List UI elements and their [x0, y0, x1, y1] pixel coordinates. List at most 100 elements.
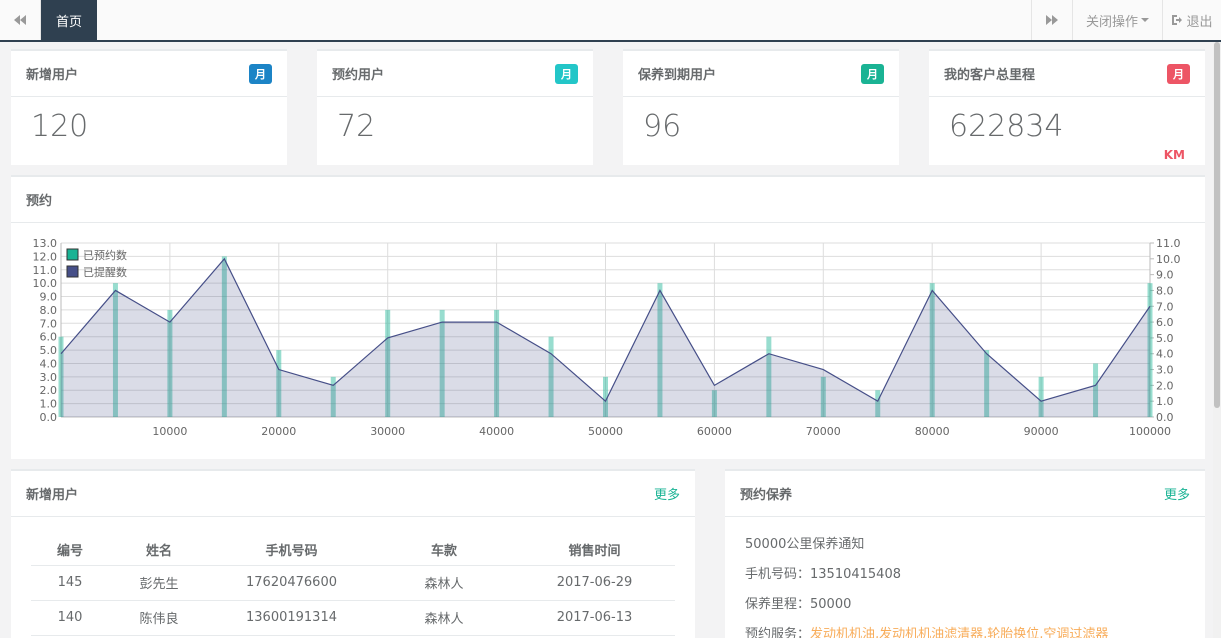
stat-card-new-users: 新增用户 月 120 — [11, 49, 287, 165]
new-users-panel: 新增用户 更多 编号 姓名 手机号码 车款 销售时间 145 彭先生 17620… — [11, 469, 695, 638]
card-title: 预约用户 — [332, 68, 385, 83]
more-link[interactable]: 更多 — [1164, 484, 1190, 503]
double-chevron-right-icon — [1046, 15, 1058, 25]
caret-down-icon — [1141, 18, 1149, 22]
card-header: 保养到期用户 月 — [623, 51, 899, 97]
stat-card-booked-users: 预约用户 月 72 — [317, 49, 593, 165]
legend-swatch — [66, 248, 79, 261]
y-left-tick-label: 6.0 — [40, 331, 58, 344]
cell-phone: 17620476600 — [209, 565, 374, 601]
tab-home[interactable]: 首页 — [41, 0, 97, 40]
x-tick-label: 80000 — [915, 425, 950, 438]
column-header: 编号 — [31, 535, 109, 566]
y-left-tick-label: 8.0 — [40, 304, 58, 317]
notice-mileage: 保养里程：50000 — [745, 597, 852, 612]
y-left-tick-label: 11.0 — [33, 264, 58, 277]
period-badge: 月 — [1167, 63, 1190, 84]
period-badge: 月 — [861, 63, 884, 84]
y-right-tick-label: 1.0 — [1156, 395, 1174, 408]
tab-bar: 首页 关闭操作 退出 — [0, 0, 1221, 42]
cell-phone: 13600191314 — [209, 600, 374, 636]
card-title: 新增用户 — [26, 68, 79, 83]
panel-title: 预约 — [26, 194, 53, 209]
close-ops-dropdown[interactable]: 关闭操作 — [1072, 0, 1162, 40]
y-right-tick-label: 4.0 — [1156, 348, 1174, 361]
y-right-tick-label: 5.0 — [1156, 332, 1174, 345]
y-left-tick-label: 13.0 — [33, 237, 58, 250]
y-right-tick-label: 11.0 — [1156, 237, 1181, 250]
column-header: 姓名 — [109, 535, 209, 566]
period-badge: 月 — [249, 63, 272, 84]
y-right-tick-label: 8.0 — [1156, 284, 1174, 297]
unit-label: KM — [1163, 148, 1185, 162]
x-tick-label: 60000 — [697, 425, 732, 438]
table-header-row: 编号 姓名 手机号码 车款 销售时间 — [31, 535, 675, 566]
x-tick-label: 100000 — [1129, 425, 1171, 438]
notice-phone: 手机号码：13510415408 — [745, 567, 901, 582]
card-title: 保养到期用户 — [638, 68, 717, 83]
panel-header: 预约 — [11, 177, 1205, 223]
y-left-tick-label: 10.0 — [33, 277, 58, 290]
y-left-tick-label: 1.0 — [40, 398, 58, 411]
period-badge: 月 — [555, 63, 578, 84]
cell-name: 陈伟良 — [109, 600, 209, 636]
y-right-tick-label: 6.0 — [1156, 316, 1174, 329]
card-title: 我的客户总里程 — [944, 68, 1036, 83]
y-left-tick-label: 5.0 — [40, 344, 58, 357]
table-row[interactable]: 145 彭先生 17620476600 森林人 2017-06-29 — [31, 565, 675, 601]
stat-value: 72 — [337, 109, 376, 144]
cell-model: 森林人 — [374, 600, 514, 636]
booking-chart: 0.01.02.03.04.05.06.07.08.09.010.011.012… — [33, 237, 1181, 438]
y-right-tick-label: 0.0 — [1156, 411, 1174, 424]
legend-label: 已预约数 — [83, 249, 127, 262]
panel-header: 预约保养 更多 — [725, 471, 1205, 517]
close-ops-label: 关闭操作 — [1085, 14, 1138, 30]
stat-value: 120 — [31, 109, 89, 144]
scrollbar-thumb[interactable] — [1214, 42, 1220, 408]
logout-label: 退出 — [1186, 14, 1213, 30]
scroll-left-button[interactable] — [0, 0, 41, 40]
notice-title: 50000公里保养通知 — [745, 537, 865, 552]
panel-header: 新增用户 更多 — [11, 471, 695, 517]
y-left-tick-label: 4.0 — [40, 357, 58, 370]
y-right-tick-label: 7.0 — [1156, 300, 1174, 313]
booking-chart-panel: 预约 0.0 1.0 2.0 3.0 4.0 5.0 6.0 7.0 8.0 9.0 10.0 11.… — [11, 175, 1205, 459]
card-header: 预约用户 月 — [317, 51, 593, 97]
card-header: 我的客户总里程 月 — [929, 51, 1205, 97]
x-tick-label: 40000 — [479, 425, 514, 438]
cell-id: 140 — [31, 600, 109, 636]
x-tick-label: 50000 — [588, 425, 623, 438]
card-header: 新增用户 月 — [11, 51, 287, 97]
y-left-tick-label: 9.0 — [40, 291, 58, 304]
column-header: 销售时间 — [514, 535, 675, 566]
y-left-tick-label: 0.0 — [40, 411, 58, 424]
service-items: 发动机机油,发动机机油滤清器,轮胎换位,空调过滤器 — [810, 627, 1109, 638]
stat-value: 96 — [643, 109, 682, 144]
table-row[interactable]: 140 陈伟良 13600191314 森林人 2017-06-13 — [31, 600, 675, 636]
new-users-table: 编号 姓名 手机号码 车款 销售时间 145 彭先生 17620476600 森… — [31, 535, 675, 636]
cell-model: 森林人 — [374, 565, 514, 601]
y-left-tick-label: 7.0 — [40, 317, 58, 330]
stat-card-maintenance-due: 保养到期用户 月 96 — [623, 49, 899, 165]
column-header: 手机号码 — [209, 535, 374, 566]
y-left-tick-label: 3.0 — [40, 371, 58, 384]
service-label: 预约服务： — [745, 627, 811, 638]
x-tick-label: 90000 — [1024, 425, 1059, 438]
more-link[interactable]: 更多 — [654, 484, 680, 503]
panel-title: 预约保养 — [740, 488, 793, 503]
column-header: 车款 — [374, 535, 514, 566]
maintenance-panel: 预约保养 更多 50000公里保养通知 手机号码：13510415408 保养里… — [725, 469, 1205, 638]
logout-button[interactable]: 退出 — [1162, 0, 1221, 40]
legend-label: 已提醒数 — [83, 266, 127, 279]
scroll-right-button[interactable] — [1031, 0, 1072, 40]
legend-swatch — [66, 265, 79, 278]
notice-services: 预约服务：发动机机油,发动机机油滤清器,轮胎换位,空调过滤器 — [745, 625, 1185, 638]
y-right-tick-label: 3.0 — [1156, 364, 1174, 377]
page-scrollbar[interactable] — [1213, 42, 1221, 638]
cell-sale-date: 2017-06-29 — [514, 565, 675, 601]
y-right-tick-label: 2.0 — [1156, 379, 1174, 392]
cell-id: 145 — [31, 565, 109, 601]
y-right-tick-label: 10.0 — [1156, 253, 1181, 266]
y-left-tick-label: 2.0 — [40, 384, 58, 397]
x-tick-label: 20000 — [261, 425, 296, 438]
